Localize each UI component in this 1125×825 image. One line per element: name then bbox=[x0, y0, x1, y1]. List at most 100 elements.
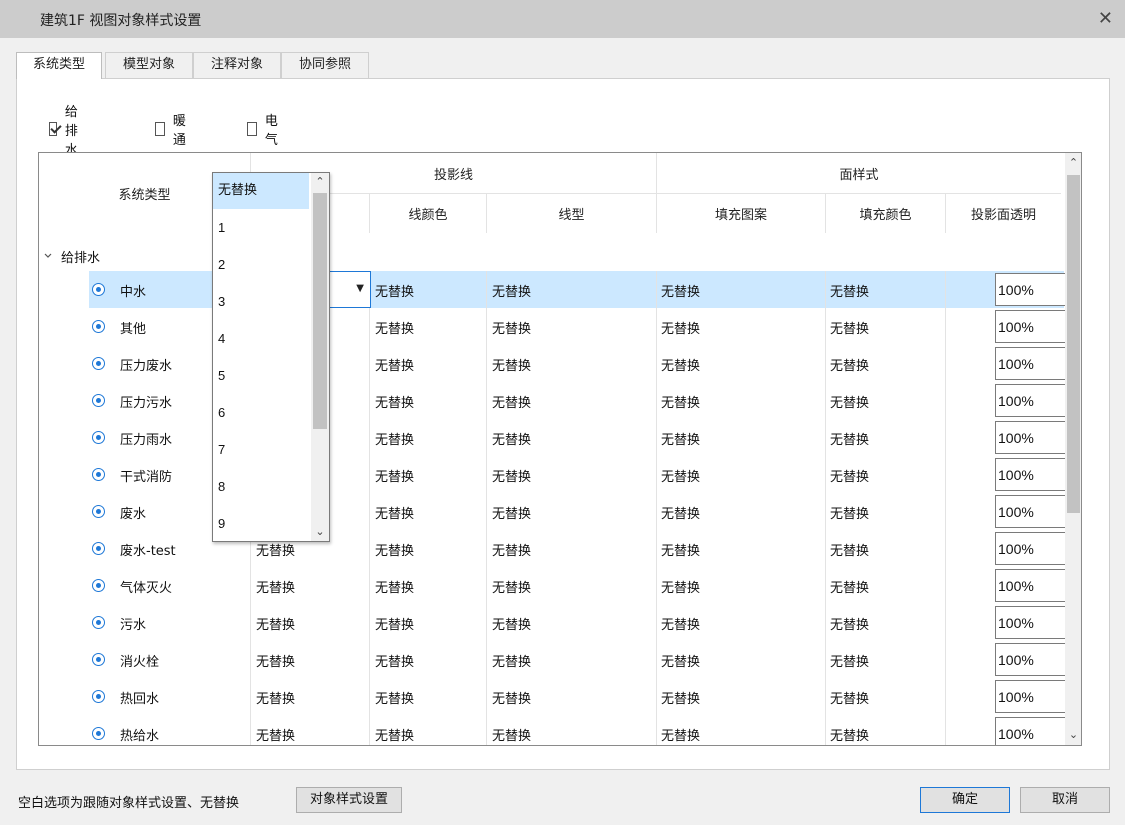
table-row[interactable]: 污水无替换无替换无替换无替换无替换100%▲▼ bbox=[89, 604, 1081, 641]
cell-fillpattern[interactable]: 无替换 bbox=[661, 392, 700, 411]
cell-linetype[interactable]: 无替换 bbox=[492, 429, 531, 448]
cell-linetype[interactable]: 无替换 bbox=[492, 466, 531, 485]
cell-linecolor[interactable]: 无替换 bbox=[375, 355, 414, 374]
cell-linetype[interactable]: 无替换 bbox=[492, 318, 531, 337]
tab-collab-reference[interactable]: 协同参照 bbox=[281, 52, 369, 78]
cell-fillpattern[interactable]: 无替换 bbox=[661, 355, 700, 374]
cell-fillcolor[interactable]: 无替换 bbox=[830, 577, 869, 596]
radio-selected-icon[interactable] bbox=[92, 616, 105, 629]
tab-system-type[interactable]: 系统类型 bbox=[16, 52, 102, 79]
dropdown-arrow-icon[interactable]: ▼ bbox=[356, 283, 364, 294]
radio-selected-icon[interactable] bbox=[92, 431, 105, 444]
cell-linecolor[interactable]: 无替换 bbox=[375, 614, 414, 633]
cell-fillpattern[interactable]: 无替换 bbox=[661, 725, 700, 744]
cell-linecolor[interactable]: 无替换 bbox=[375, 503, 414, 522]
linewidth-dropdown-list[interactable]: 无替换 1 2 3 4 5 6 7 8 9 ⌃ ⌄ bbox=[212, 172, 330, 542]
cell-linecolor[interactable]: 无替换 bbox=[375, 651, 414, 670]
transparency-value[interactable]: 100% bbox=[998, 541, 1034, 557]
cell-fillcolor[interactable]: 无替换 bbox=[830, 281, 869, 300]
dropdown-option[interactable]: 3 bbox=[213, 284, 309, 320]
cell-fillpattern[interactable]: 无替换 bbox=[661, 429, 700, 448]
cell-linetype[interactable]: 无替换 bbox=[492, 614, 531, 633]
cell-fillcolor[interactable]: 无替换 bbox=[830, 688, 869, 707]
cell-fillcolor[interactable]: 无替换 bbox=[830, 392, 869, 411]
radio-selected-icon[interactable] bbox=[92, 727, 105, 740]
radio-selected-icon[interactable] bbox=[92, 357, 105, 370]
cell-linewidth[interactable]: 无替换 bbox=[256, 651, 295, 670]
col-header-fillcolor[interactable]: 填充颜色 bbox=[826, 204, 945, 223]
cell-fillcolor[interactable]: 无替换 bbox=[830, 429, 869, 448]
dropdown-option[interactable]: 8 bbox=[213, 469, 309, 505]
cell-linewidth[interactable]: 无替换 bbox=[256, 614, 295, 633]
dropdown-option[interactable]: 2 bbox=[213, 247, 309, 283]
transparency-value[interactable]: 100% bbox=[998, 356, 1034, 372]
cell-linewidth[interactable]: 无替换 bbox=[256, 725, 295, 744]
ok-button[interactable]: 确定 bbox=[920, 787, 1010, 813]
cell-fillpattern[interactable]: 无替换 bbox=[661, 503, 700, 522]
group-row-plumbing[interactable]: 给排水 bbox=[43, 245, 100, 267]
scroll-up-icon[interactable]: ⌃ bbox=[1065, 153, 1081, 173]
cell-linewidth[interactable]: 无替换 bbox=[256, 540, 295, 559]
table-row[interactable]: 热给水无替换无替换无替换无替换无替换100%▲▼ bbox=[89, 715, 1081, 745]
object-style-settings-button[interactable]: 对象样式设置 bbox=[296, 787, 402, 813]
cell-fillpattern[interactable]: 无替换 bbox=[661, 577, 700, 596]
transparency-value[interactable]: 100% bbox=[998, 504, 1034, 520]
transparency-value[interactable]: 100% bbox=[998, 430, 1034, 446]
radio-selected-icon[interactable] bbox=[92, 394, 105, 407]
dropdown-option[interactable]: 4 bbox=[213, 321, 309, 357]
cell-fillcolor[interactable]: 无替换 bbox=[830, 355, 869, 374]
cell-linetype[interactable]: 无替换 bbox=[492, 281, 531, 300]
scroll-up-icon[interactable]: ⌃ bbox=[311, 173, 329, 191]
checkbox-icon[interactable] bbox=[247, 122, 257, 136]
radio-selected-icon[interactable] bbox=[92, 690, 105, 703]
cell-fillpattern[interactable]: 无替换 bbox=[661, 466, 700, 485]
cancel-button[interactable]: 取消 bbox=[1020, 787, 1110, 813]
cell-fillpattern[interactable]: 无替换 bbox=[661, 651, 700, 670]
checkbox-checked-icon[interactable] bbox=[49, 122, 57, 136]
cell-linecolor[interactable]: 无替换 bbox=[375, 577, 414, 596]
radio-selected-icon[interactable] bbox=[92, 283, 105, 296]
filter-hvac[interactable]: 暖通 bbox=[155, 114, 190, 148]
cell-fillcolor[interactable]: 无替换 bbox=[830, 725, 869, 744]
cell-fillpattern[interactable]: 无替换 bbox=[661, 688, 700, 707]
transparency-value[interactable]: 100% bbox=[998, 652, 1034, 668]
radio-selected-icon[interactable] bbox=[92, 320, 105, 333]
scroll-thumb[interactable] bbox=[1067, 175, 1080, 513]
cell-linetype[interactable]: 无替换 bbox=[492, 503, 531, 522]
radio-selected-icon[interactable] bbox=[92, 579, 105, 592]
cell-linetype[interactable]: 无替换 bbox=[492, 392, 531, 411]
dropdown-option[interactable]: 7 bbox=[213, 432, 309, 468]
cell-fillcolor[interactable]: 无替换 bbox=[830, 651, 869, 670]
dropdown-option[interactable]: 9 bbox=[213, 506, 309, 541]
col-header-linecolor[interactable]: 线颜色 bbox=[370, 204, 486, 223]
cell-linecolor[interactable]: 无替换 bbox=[375, 392, 414, 411]
transparency-value[interactable]: 100% bbox=[998, 615, 1034, 631]
cell-fillpattern[interactable]: 无替换 bbox=[661, 318, 700, 337]
filter-electrical[interactable]: 电气 bbox=[247, 114, 282, 148]
radio-selected-icon[interactable] bbox=[92, 542, 105, 555]
tab-model-objects[interactable]: 模型对象 bbox=[105, 52, 193, 78]
checkbox-icon[interactable] bbox=[155, 122, 165, 136]
cell-fillpattern[interactable]: 无替换 bbox=[661, 614, 700, 633]
dropdown-option[interactable]: 6 bbox=[213, 395, 309, 431]
transparency-value[interactable]: 100% bbox=[998, 393, 1034, 409]
transparency-value[interactable]: 100% bbox=[998, 726, 1034, 742]
cell-linetype[interactable]: 无替换 bbox=[492, 651, 531, 670]
cell-linecolor[interactable]: 无替换 bbox=[375, 318, 414, 337]
dropdown-option[interactable]: 无替换 bbox=[213, 173, 309, 209]
table-scrollbar[interactable]: ⌃ ⌄ bbox=[1065, 153, 1081, 745]
cell-linetype[interactable]: 无替换 bbox=[492, 577, 531, 596]
cell-fillpattern[interactable]: 无替换 bbox=[661, 281, 700, 300]
cell-linecolor[interactable]: 无替换 bbox=[375, 466, 414, 485]
cell-fillcolor[interactable]: 无替换 bbox=[830, 466, 869, 485]
transparency-value[interactable]: 100% bbox=[998, 467, 1034, 483]
cell-linetype[interactable]: 无替换 bbox=[492, 355, 531, 374]
cell-linewidth[interactable]: 无替换 bbox=[256, 577, 295, 596]
dropdown-option[interactable]: 5 bbox=[213, 358, 309, 394]
table-row[interactable]: 热回水无替换无替换无替换无替换无替换100%▲▼ bbox=[89, 678, 1081, 715]
transparency-value[interactable]: 100% bbox=[998, 319, 1034, 335]
cell-fillcolor[interactable]: 无替换 bbox=[830, 540, 869, 559]
cell-linecolor[interactable]: 无替换 bbox=[375, 429, 414, 448]
cell-fillcolor[interactable]: 无替换 bbox=[830, 318, 869, 337]
radio-selected-icon[interactable] bbox=[92, 653, 105, 666]
